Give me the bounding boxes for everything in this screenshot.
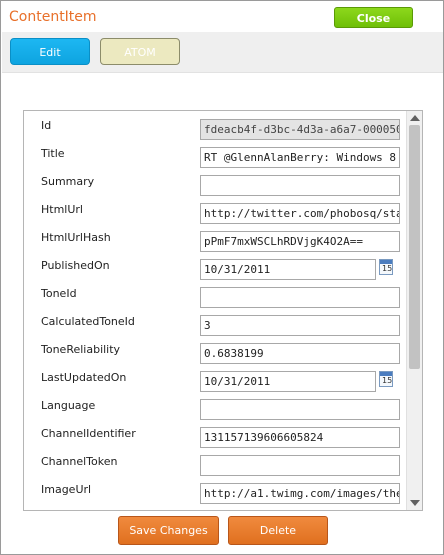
field-row-htmlurlhash: HtmlUrlHash pPmF7mxWSCLhRDVjgK4O2A== xyxy=(24,225,404,253)
field-row-toneid: ToneId xyxy=(24,281,404,309)
vertical-scrollbar[interactable] xyxy=(406,111,422,510)
calendar-icon[interactable]: 15 xyxy=(379,371,393,387)
calendar-icon-day: 15 xyxy=(382,264,393,273)
channeltoken-label: ChannelToken xyxy=(41,455,118,468)
delete-button[interactable]: Delete xyxy=(228,516,328,545)
atom-button[interactable]: ATOM xyxy=(100,38,180,65)
field-row-lastupdatedon: LastUpdatedOn 10/31/2011 15 xyxy=(24,365,404,393)
field-row-calculatedtoneid: CalculatedToneId 3 xyxy=(24,309,404,337)
dialog-title: ContentItem xyxy=(9,9,97,25)
publishedon-field[interactable]: 10/31/2011 xyxy=(200,259,376,280)
calculatedtoneid-field[interactable]: 3 xyxy=(200,315,400,336)
title-field[interactable]: RT @GlennAlanBerry: Windows 8 xyxy=(200,147,400,168)
tonereliability-label: ToneReliability xyxy=(41,343,121,356)
calendar-icon[interactable]: 15 xyxy=(379,259,393,275)
imageurl-field[interactable]: http://a1.twimg.com/images/ther xyxy=(200,483,400,504)
field-row-channelidentifier: ChannelIdentifier 131157139606605824 xyxy=(24,421,404,449)
scroll-thumb[interactable] xyxy=(409,125,420,369)
lastupdatedon-label: LastUpdatedOn xyxy=(41,371,127,384)
field-row-language: Language xyxy=(24,393,404,421)
htmlurl-label: HtmlUrl xyxy=(41,203,83,216)
close-button[interactable]: Close xyxy=(334,7,413,28)
language-label: Language xyxy=(41,399,96,412)
channeltoken-field[interactable] xyxy=(200,455,400,476)
summary-field[interactable] xyxy=(200,175,400,196)
id-label: Id xyxy=(41,119,52,132)
field-row-channeltoken: ChannelToken xyxy=(24,449,404,477)
publishedon-label: PublishedOn xyxy=(41,259,110,272)
field-row-imageurl: ImageUrl http://a1.twimg.com/images/ther xyxy=(24,477,404,505)
channelidentifier-field[interactable]: 131157139606605824 xyxy=(200,427,400,448)
scroll-down-arrow-icon[interactable] xyxy=(410,500,420,506)
lastupdatedon-field[interactable]: 10/31/2011 xyxy=(200,371,376,392)
toneid-label: ToneId xyxy=(41,287,77,300)
toneid-field[interactable] xyxy=(200,287,400,308)
imageurl-label: ImageUrl xyxy=(41,483,92,496)
field-row-htmlurl: HtmlUrl http://twitter.com/phobosq/statu xyxy=(24,197,404,225)
channelidentifier-label: ChannelIdentifier xyxy=(41,427,136,440)
toolbar: Edit ATOM xyxy=(2,32,443,73)
field-row-id: Id fdeacb4f-d3bc-4d3a-a6a7-000050 xyxy=(24,113,404,141)
save-changes-button[interactable]: Save Changes xyxy=(118,516,219,545)
field-row-tonereliability: ToneReliability 0.6838199 xyxy=(24,337,404,365)
calculatedtoneid-label: CalculatedToneId xyxy=(41,315,135,328)
edit-button[interactable]: Edit xyxy=(10,38,90,65)
id-field: fdeacb4f-d3bc-4d3a-a6a7-000050 xyxy=(200,119,400,140)
content-item-dialog: ContentItem Close Edit ATOM Id fdeacb4f-… xyxy=(0,0,444,555)
fields-panel: Id fdeacb4f-d3bc-4d3a-a6a7-000050 Title … xyxy=(23,110,423,511)
title-label: Title xyxy=(41,147,65,160)
summary-label: Summary xyxy=(41,175,95,188)
field-row-title: Title RT @GlennAlanBerry: Windows 8 xyxy=(24,141,404,169)
htmlurlhash-label: HtmlUrlHash xyxy=(41,231,111,244)
field-row-publishedon: PublishedOn 10/31/2011 15 xyxy=(24,253,404,281)
scroll-up-arrow-icon[interactable] xyxy=(410,115,420,121)
tonereliability-field[interactable]: 0.6838199 xyxy=(200,343,400,364)
htmlurlhash-field[interactable]: pPmF7mxWSCLhRDVjgK4O2A== xyxy=(200,231,400,252)
language-field[interactable] xyxy=(200,399,400,420)
field-row-summary: Summary xyxy=(24,169,404,197)
calendar-icon-day: 15 xyxy=(382,376,393,385)
htmlurl-field[interactable]: http://twitter.com/phobosq/statu xyxy=(200,203,400,224)
